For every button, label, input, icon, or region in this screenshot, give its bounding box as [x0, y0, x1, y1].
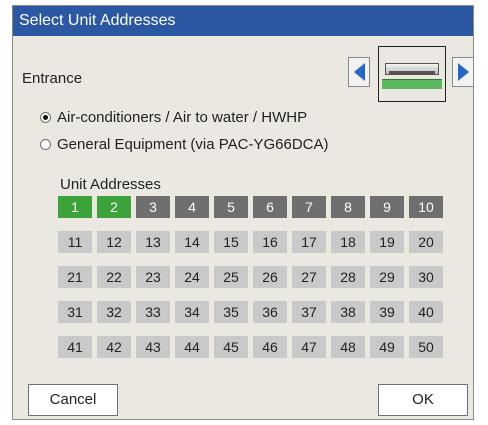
select-unit-addresses-dialog: Select Unit Addresses Entrance Air-condi…: [12, 5, 474, 420]
address-cell-39[interactable]: 39: [370, 301, 404, 323]
address-cell-35[interactable]: 35: [214, 301, 248, 323]
address-cell-14[interactable]: 14: [175, 231, 209, 253]
address-cell-38[interactable]: 38: [331, 301, 365, 323]
address-cell-28[interactable]: 28: [331, 266, 365, 288]
address-cell-30[interactable]: 30: [409, 266, 443, 288]
unit-addresses-label: Unit Addresses: [60, 176, 161, 193]
address-cell-13[interactable]: 13: [136, 231, 170, 253]
address-cell-9[interactable]: 9: [370, 196, 404, 218]
radio-general-equipment-label: General Equipment (via PAC-YG66DCA): [57, 136, 329, 153]
address-cell-15[interactable]: 15: [214, 231, 248, 253]
radio-air-conditioners-label: Air-conditioners / Air to water / HWHP: [57, 109, 308, 126]
address-cell-31[interactable]: 31: [58, 301, 92, 323]
address-cell-32[interactable]: 32: [97, 301, 131, 323]
address-cell-29[interactable]: 29: [370, 266, 404, 288]
address-cell-3[interactable]: 3: [136, 196, 170, 218]
unit-vent: [389, 71, 435, 75]
dialog-title: Select Unit Addresses: [13, 6, 473, 36]
radio-air-conditioners[interactable]: Air-conditioners / Air to water / HWHP: [40, 109, 307, 126]
address-cell-10[interactable]: 10: [409, 196, 443, 218]
address-cell-43[interactable]: 43: [136, 336, 170, 358]
address-cell-19[interactable]: 19: [370, 231, 404, 253]
address-cell-20[interactable]: 20: [409, 231, 443, 253]
address-cell-44[interactable]: 44: [175, 336, 209, 358]
address-cell-50[interactable]: 50: [409, 336, 443, 358]
address-cell-48[interactable]: 48: [331, 336, 365, 358]
address-cell-49[interactable]: 49: [370, 336, 404, 358]
address-cell-37[interactable]: 37: [292, 301, 326, 323]
unit-address-grid: 1 2 3 4 5 6 7 8 9 10 11 12 13 14 15 16 17 18 19 20 21 22 23 24 2…: [58, 196, 448, 358]
address-cell-1[interactable]: 1: [58, 196, 92, 218]
address-cell-26[interactable]: 26: [253, 266, 287, 288]
address-cell-12[interactable]: 12: [97, 231, 131, 253]
entrance-label: Entrance: [22, 70, 83, 87]
address-cell-7[interactable]: 7: [292, 196, 326, 218]
address-cell-22[interactable]: 22: [97, 266, 131, 288]
address-cell-24[interactable]: 24: [175, 266, 209, 288]
address-cell-45[interactable]: 45: [214, 336, 248, 358]
arrow-left-icon: [354, 63, 365, 81]
radio-checked-icon[interactable]: [40, 112, 51, 123]
address-cell-5[interactable]: 5: [214, 196, 248, 218]
next-button[interactable]: [452, 57, 474, 87]
address-cell-11[interactable]: 11: [58, 231, 92, 253]
address-cell-33[interactable]: 33: [136, 301, 170, 323]
address-cell-18[interactable]: 18: [331, 231, 365, 253]
address-cell-2[interactable]: 2: [97, 196, 131, 218]
address-cell-46[interactable]: 46: [253, 336, 287, 358]
address-cell-34[interactable]: 34: [175, 301, 209, 323]
address-cell-25[interactable]: 25: [214, 266, 248, 288]
address-cell-16[interactable]: 16: [253, 231, 287, 253]
address-cell-36[interactable]: 36: [253, 301, 287, 323]
radio-unchecked-icon[interactable]: [40, 139, 51, 150]
radio-general-equipment[interactable]: General Equipment (via PAC-YG66DCA): [40, 136, 329, 153]
address-cell-4[interactable]: 4: [175, 196, 209, 218]
address-cell-27[interactable]: 27: [292, 266, 326, 288]
address-cell-21[interactable]: 21: [58, 266, 92, 288]
address-cell-17[interactable]: 17: [292, 231, 326, 253]
address-cell-41[interactable]: 41: [58, 336, 92, 358]
ok-button[interactable]: OK: [378, 384, 468, 416]
address-cell-23[interactable]: 23: [136, 266, 170, 288]
arrow-right-icon: [458, 63, 469, 81]
address-cell-47[interactable]: 47: [292, 336, 326, 358]
cancel-button[interactable]: Cancel: [28, 384, 118, 416]
address-cell-40[interactable]: 40: [409, 301, 443, 323]
indoor-unit-icon: [378, 46, 446, 102]
address-cell-42[interactable]: 42: [97, 336, 131, 358]
previous-button[interactable]: [348, 57, 370, 87]
unit-base: [382, 79, 442, 89]
address-cell-8[interactable]: 8: [331, 196, 365, 218]
address-cell-6[interactable]: 6: [253, 196, 287, 218]
